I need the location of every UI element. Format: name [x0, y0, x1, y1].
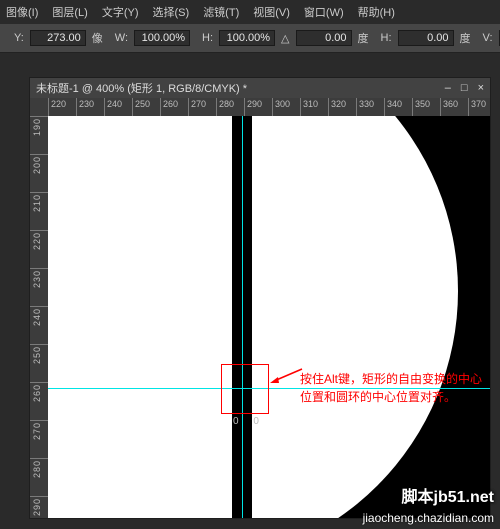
canvas[interactable]: 0 0 按住Alt键，矩形的自由变换的中心 位置和圆环的中心位置对齐。: [48, 116, 490, 518]
ring-shape: [48, 116, 458, 518]
v-ruler-tick: 220: [30, 230, 48, 231]
hshear-input[interactable]: 0.00: [398, 30, 454, 46]
annotation-arrow-icon: [270, 366, 304, 384]
h-ruler-tick: 310: [300, 98, 301, 116]
annotation-line-2: 位置和圆环的中心位置对齐。: [300, 388, 482, 406]
vshear-label: V:: [483, 32, 493, 44]
menu-text[interactable]: 文字(Y): [102, 4, 139, 20]
menu-select[interactable]: 选择(S): [153, 4, 190, 20]
menu-layer[interactable]: 图层(L): [52, 4, 87, 20]
menu-window[interactable]: 窗口(W): [304, 4, 344, 20]
watermark-sub: jiaocheng.chazidian.com: [363, 511, 494, 525]
angle-unit: 度: [358, 30, 369, 46]
menu-filter[interactable]: 滤镜(T): [203, 4, 239, 20]
transform-origin-readout: 0 0: [233, 416, 265, 427]
v-ruler-tick: 260: [30, 382, 48, 383]
h-ruler-tick: 290: [244, 98, 245, 116]
v-ruler-tick: 230: [30, 268, 48, 269]
h-input[interactable]: 100.00%: [219, 30, 275, 46]
v-ruler-tick: 270: [30, 420, 48, 421]
angle-label: △: [281, 32, 289, 45]
v-ruler-tick: 210: [30, 192, 48, 193]
w-label: W:: [115, 32, 128, 44]
v-ruler-tick: 280: [30, 458, 48, 459]
document-titlebar: 未标题-1 @ 400% (矩形 1, RGB/8/CMYK) * – □ ×: [30, 78, 490, 98]
watermark-main: 脚本jb51.net: [402, 483, 494, 507]
h-ruler-tick: 350: [412, 98, 413, 116]
document-window: 未标题-1 @ 400% (矩形 1, RGB/8/CMYK) * – □ × …: [30, 78, 490, 518]
menu-view[interactable]: 视图(V): [253, 4, 290, 20]
h-ruler-tick: 230: [76, 98, 77, 116]
y-unit: 像: [92, 30, 103, 46]
h-ruler-tick: 270: [188, 98, 189, 116]
h-label: H:: [202, 32, 213, 44]
annotation-line-1: 按住Alt键，矩形的自由变换的中心: [300, 370, 482, 388]
h-ruler-tick: 220: [48, 98, 49, 116]
vertical-guide[interactable]: [242, 116, 243, 518]
angle-input[interactable]: 0.00: [296, 30, 352, 46]
menu-help[interactable]: 帮助(H): [358, 4, 395, 20]
y-input[interactable]: 273.00: [30, 30, 86, 46]
maximize-button[interactable]: □: [461, 82, 468, 94]
h-ruler-tick: 250: [132, 98, 133, 116]
annotation-text: 按住Alt键，矩形的自由变换的中心 位置和圆环的中心位置对齐。: [300, 370, 482, 406]
annotation-box: [221, 364, 269, 414]
menu-image[interactable]: 图像(I): [6, 4, 38, 20]
v-ruler-tick: 290: [30, 496, 48, 497]
h-ruler-tick: 340: [384, 98, 385, 116]
h-ruler-tick: 370: [468, 98, 469, 116]
y-label: Y:: [14, 32, 24, 44]
minimize-button[interactable]: –: [445, 82, 451, 94]
close-button[interactable]: ×: [478, 82, 484, 94]
v-ruler-tick: 190: [30, 116, 48, 117]
v-ruler-tick: 250: [30, 344, 48, 345]
h-ruler-tick: 240: [104, 98, 105, 116]
h-ruler-tick: 330: [356, 98, 357, 116]
v-ruler-tick: 200: [30, 154, 48, 155]
hshear-unit: 度: [460, 30, 471, 46]
h-ruler-tick: 260: [160, 98, 161, 116]
options-bar: Y: 273.00 像 W: 100.00% H: 100.00% △ 0.00…: [0, 24, 500, 53]
hshear-label: H:: [381, 32, 392, 44]
app-menubar: 图像(I) 图层(L) 文字(Y) 选择(S) 滤镜(T) 视图(V) 窗口(W…: [0, 0, 500, 24]
v-ruler-tick: 240: [30, 306, 48, 307]
h-ruler-tick: 320: [328, 98, 329, 116]
h-ruler-tick: 280: [216, 98, 217, 116]
h-ruler-tick: 360: [440, 98, 441, 116]
w-input[interactable]: 100.00%: [134, 30, 190, 46]
h-ruler-tick: 300: [272, 98, 273, 116]
document-title: 未标题-1 @ 400% (矩形 1, RGB/8/CMYK) *: [36, 80, 247, 96]
